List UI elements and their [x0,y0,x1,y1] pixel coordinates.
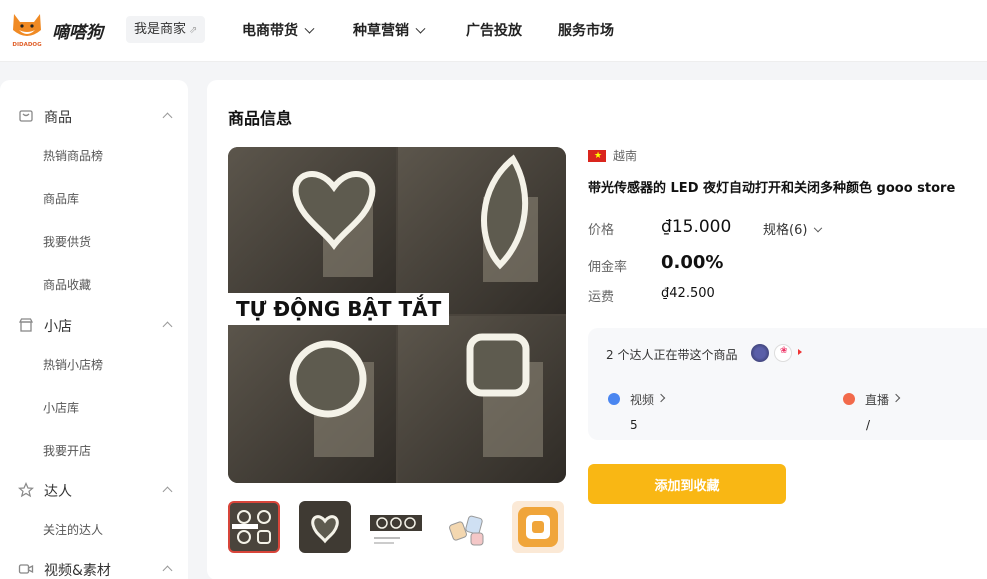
merchant-link[interactable]: 我是商家 ⇗ [126,16,206,43]
creator-avatar[interactable] [751,344,769,362]
brand-name[interactable]: 嘀嗒狗 [52,18,103,43]
nav-ecommerce[interactable]: 电商带货 [242,20,315,40]
product-main-image[interactable]: TỰ ĐỘNG BẬT TẮT [228,147,566,483]
didadog-logo-icon[interactable]: DIDADOG [10,10,44,48]
chevron-up-icon[interactable] [162,321,173,332]
commission-label: 佣金率 [588,260,628,275]
product-title: 带光传感器的 LED 夜灯自动打开和关闭多种颜色 gooo store [588,181,956,196]
chevron-down-icon [304,23,315,34]
creators-count-text: 2 个达人正在带这个商品 [606,348,738,362]
video-count: 5 [630,418,638,432]
thumbnail-4[interactable] [441,501,493,553]
chevron-right-icon [656,393,666,403]
page-title: 商品信息 [228,109,293,128]
price-value: ₫15.000 [661,217,732,237]
thumbnail-1[interactable] [228,501,280,553]
shop-icon [18,318,34,332]
sidebar-item-supply[interactable]: 我要供货 [43,233,91,250]
sidebar-item-product-favorites[interactable]: 商品收藏 [43,276,91,293]
nav-services[interactable]: 服务市场 [558,20,614,40]
vietnam-flag-icon: ★ [588,150,606,162]
nav-label: 服务市场 [558,23,614,39]
creator-avatar[interactable]: ❀ [774,344,792,362]
live-label: 直播 [865,393,890,407]
video-icon [608,393,620,405]
spec-label: 规格(6) [763,223,808,238]
image-banner: TỰ ĐỘNG BẬT TẮT [228,293,450,325]
product-info-panel: 商品信息 TỰ ĐỘNG BẬT TẮT ★ 越南 带光传感器的 LED 夜灯自… [207,80,987,579]
nav-label: 广告投放 [466,23,522,39]
video-icon [18,564,34,574]
sidebar-section-label: 小店 [44,319,72,335]
commission-value: 0.00% [661,252,724,273]
creators-card: 2 个达人正在带这个商品 ❀ 视频 5 直播 / [588,328,987,440]
live-icon [843,393,855,405]
thumbnail-5[interactable] [512,501,564,553]
nav-label: 种草营销 [353,23,409,39]
caret-right-icon[interactable] [798,349,802,355]
chevron-up-icon[interactable] [162,565,173,576]
price-label: 价格 [588,223,615,238]
chevron-up-icon[interactable] [162,486,173,497]
nav-ads[interactable]: 广告投放 [466,20,522,40]
top-bar: DIDADOG 嘀嗒狗 我是商家 ⇗ 电商带货 种草营销 广告投放 服务市场 [0,0,987,62]
chevron-down-icon [814,223,823,233]
star-icon [18,482,34,498]
nav-seeding[interactable]: 种草营销 [353,20,426,40]
sidebar-item-followed-creators[interactable]: 关注的达人 [43,521,103,538]
thumbnail-2[interactable] [299,501,351,553]
external-link-icon: ⇗ [189,25,198,36]
add-to-favorites-button[interactable]: 添加到收藏 [588,464,786,504]
spec-dropdown[interactable]: 规格(6) [763,219,823,238]
chevron-down-icon [415,23,426,34]
sidebar-item-shop-library[interactable]: 小店库 [43,399,79,416]
thumbnail-3[interactable] [370,501,422,553]
logo-text: DIDADOG [12,42,42,48]
product-icon [19,110,33,122]
video-label: 视频 [630,393,655,407]
sidebar: 商品 热销商品榜 商品库 我要供货 商品收藏 小店 热销小店榜 小店库 我要开店… [0,80,188,579]
shipping-value: ₫42.500 [661,286,715,301]
chevron-up-icon[interactable] [162,112,173,123]
sidebar-section-label: 视频&素材 [44,563,111,579]
country-label: 越南 [613,149,638,163]
sidebar-item-hot-products[interactable]: 热销商品榜 [43,147,103,164]
sidebar-item-hot-shops[interactable]: 热销小店榜 [43,356,103,373]
sidebar-item-open-shop[interactable]: 我要开店 [43,442,91,459]
merchant-label: 我是商家 [134,22,187,37]
chevron-right-icon [891,393,901,403]
nav-label: 电商带货 [242,23,298,39]
sidebar-section-label: 达人 [44,484,72,500]
shipping-label: 运费 [588,290,615,305]
sidebar-item-product-library[interactable]: 商品库 [43,190,79,207]
sidebar-section-label: 商品 [44,110,72,126]
live-count: / [866,418,871,432]
